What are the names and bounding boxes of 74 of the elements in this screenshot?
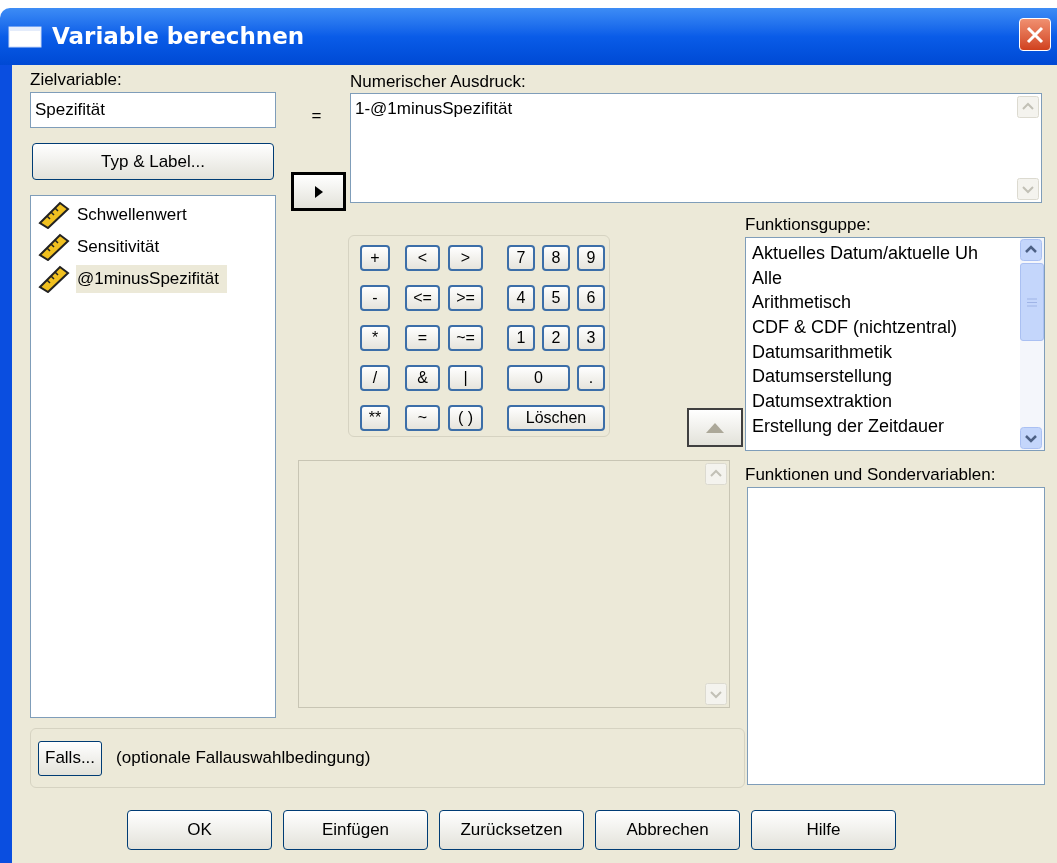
field-label: Funktionsguppe: [745,214,872,236]
variable-list[interactable]: Schwellenwert Sensitivität @1minusSpezifität [30,195,276,718]
keypad-key[interactable]: 9 [577,245,605,271]
field-label: Numerischer Ausdruck: [350,71,527,93]
move-right-button[interactable] [291,172,346,211]
ruler-icon [38,201,70,229]
function-group-item[interactable]: Datumsextraktion [752,389,893,414]
window-icon [8,25,42,48]
function-group-item[interactable]: Alle [752,265,782,291]
scroll-down-icon [705,683,727,705]
dialog-button[interactable]: Zurücksetzen [439,810,584,850]
keypad-key[interactable]: 1 [507,325,535,351]
keypad-key[interactable]: & [405,365,440,391]
scroll-up-icon [1017,96,1039,118]
move-up-button[interactable] [687,408,743,447]
keypad-key[interactable]: 5 [542,285,570,311]
condition-hint: (optionale Fallauswahlbedingung) [116,747,371,770]
keypad-key[interactable]: Löschen [507,405,605,431]
keypad-key[interactable]: 7 [507,245,535,271]
dialog-button[interactable]: OK [127,810,272,850]
keypad-key[interactable]: . [577,365,605,391]
if-button[interactable]: Falls... [38,740,103,776]
grip-icon [1027,297,1037,307]
keypad-key[interactable]: / [360,365,390,391]
function-group-item[interactable]: Arithmetisch [752,290,852,316]
close-icon [1026,25,1044,44]
keypad-key[interactable]: 0 [507,365,570,391]
keypad-key[interactable]: >= [448,285,483,311]
target-variable-field[interactable]: Spezifität [30,92,276,128]
keypad-key[interactable]: ** [360,405,390,431]
keypad-key[interactable]: > [448,245,483,271]
keypad-key[interactable]: 2 [542,325,570,351]
close-button[interactable] [1019,18,1051,51]
field-label: Funktionen und Sondervariablen: [745,464,997,486]
keypad-key[interactable]: <= [405,285,440,311]
ruler-icon [38,265,70,293]
keypad-key[interactable]: ~= [448,325,483,351]
expression-field[interactable]: 1-@1minusSpezifität [350,93,1042,203]
scroll-up-icon [705,463,727,485]
keypad-key[interactable]: = [405,325,440,351]
scroll-up-icon [1020,239,1042,261]
keypad-key[interactable]: ( ) [448,405,483,431]
keypad-key[interactable]: 3 [577,325,605,351]
keypad-key[interactable]: ~ [405,405,440,431]
function-group-item[interactable]: CDF & CDF (nichtzentral) [752,315,958,340]
dialog-button[interactable]: Hilfe [751,810,896,850]
keypad-key[interactable]: < [405,245,440,271]
function-group-list[interactable]: Aktuelles Datum/aktuelle Uh Alle Arithmetisch CDF & CDF (nichtzentral) Datumsarithmetik Datumserstellung Datumsextraktion Erstellung der Zeitdauer [745,237,1045,451]
keypad-key[interactable]: 4 [507,285,535,311]
scroll-down-icon [1020,427,1042,449]
scrollbar[interactable] [1020,238,1044,450]
window-title: Variable berechnen [52,22,305,52]
keypad-key[interactable]: - [360,285,390,311]
keypad-key[interactable]: 6 [577,285,605,311]
scroll-down-icon [1017,178,1039,200]
equals-sign: = [311,106,322,126]
dialog-button[interactable]: Abbrechen [595,810,740,850]
field-label: Zielvariable: [30,69,123,91]
ruler-icon [38,233,70,261]
dialog-button[interactable]: Einfügen [283,810,428,850]
keypad-key[interactable]: 8 [542,245,570,271]
expression-text: 1-@1minusSpezifität [354,98,514,120]
triangle-right-icon [314,185,323,198]
keypad-key[interactable]: | [448,365,483,391]
scroll-thumb[interactable] [1020,263,1044,341]
function-group-item[interactable]: Datumserstellung [752,364,893,390]
keypad-key[interactable]: * [360,325,390,351]
variable-item[interactable]: @1minusSpezifität [76,265,227,293]
keypad-key[interactable]: + [360,245,390,271]
function-group-item[interactable]: Erstellung der Zeitdauer [752,413,945,439]
triangle-up-icon [706,422,724,433]
type-label-button[interactable]: Typ & Label... [32,143,274,180]
function-group-item[interactable]: Aktuelles Datum/aktuelle Uh [752,241,979,266]
function-group-item[interactable]: Datumsarithmetik [752,339,893,365]
